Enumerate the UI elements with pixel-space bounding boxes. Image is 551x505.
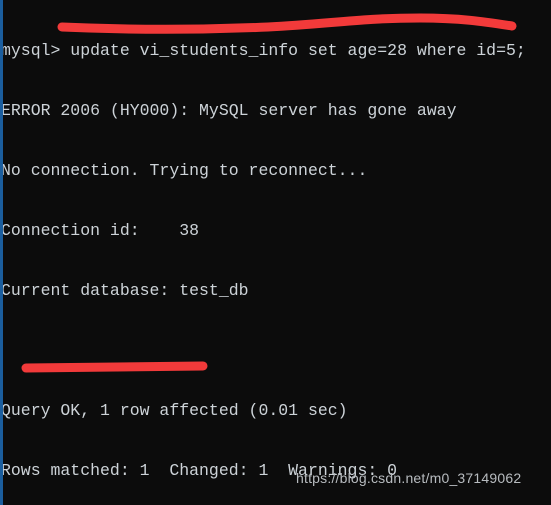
terminal-line-query-ok: Query OK, 1 row affected (0.01 sec)	[1, 401, 348, 420]
terminal-left-edge-strip	[0, 0, 3, 505]
terminal-line-connection-id: Connection id: 38	[1, 221, 200, 240]
terminal-line-update-command: mysql> update vi_students_info set age=2…	[1, 41, 526, 60]
terminal-line-no-connection: No connection. Trying to reconnect...	[1, 161, 368, 180]
terminal-console-output[interactable]: mysql> update vi_students_info set age=2…	[1, 1, 549, 505]
mysql-terminal-window: mysql> update vi_students_info set age=2…	[0, 0, 551, 505]
terminal-line-current-database: Current database: test_db	[1, 281, 249, 300]
terminal-line-error: ERROR 2006 (HY000): MySQL server has gon…	[1, 101, 457, 120]
terminal-line-blank-1	[1, 341, 549, 361]
watermark-url: https://blog.csdn.net/m0_37149062	[296, 470, 522, 486]
